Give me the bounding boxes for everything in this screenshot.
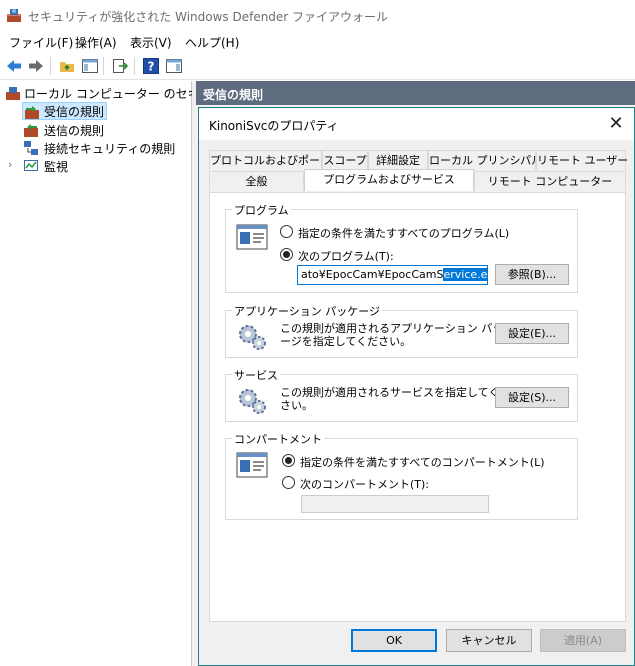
export-list-icon[interactable] xyxy=(111,57,129,75)
firewall-icon xyxy=(6,87,20,100)
back-arrow-icon[interactable] xyxy=(5,57,23,75)
tree-item-connection-security[interactable]: 接続セキュリティの規則 xyxy=(22,139,187,157)
tab-remote-users[interactable]: リモート ユーザー xyxy=(536,150,628,170)
ok-button[interactable]: OK xyxy=(351,629,437,652)
dialog-title: KinoniSvcのプロパティ xyxy=(209,119,339,133)
programs-group: プログラム 指定の条件を満たすすべてのプログラム(L) 次のプログラム(T): … xyxy=(225,202,578,293)
inbound-rules-icon xyxy=(25,106,39,119)
compartment-input[interactable] xyxy=(301,495,489,513)
svg-text:?: ? xyxy=(148,60,155,74)
title-bar: セキュリティが強化された Windows Defender ファイアウォール xyxy=(0,0,635,30)
services-description-line1: この規則が適用されるサービスを指定してくだ xyxy=(280,386,511,399)
forward-arrow-icon[interactable] xyxy=(27,57,45,75)
tree-item-monitoring[interactable]: › 監視 xyxy=(6,157,126,175)
services-description-line2: さい。 xyxy=(280,399,313,412)
cancel-button[interactable]: キャンセル xyxy=(446,629,532,652)
tree-item-inbound-rules[interactable]: 受信の規則 xyxy=(22,102,107,120)
toolbar-separator xyxy=(134,57,135,75)
connection-security-icon xyxy=(24,141,38,155)
app-package-settings-button[interactable]: 設定(E)... xyxy=(495,323,569,344)
apply-button[interactable]: 適用(A) xyxy=(540,629,626,652)
program-window-icon xyxy=(236,224,268,250)
this-program-label: 次のプログラム(T): xyxy=(298,250,394,263)
tab-protocols-ports[interactable]: プロトコルおよびポート xyxy=(209,150,331,170)
toolbar-separator xyxy=(103,57,104,75)
all-programs-radio[interactable] xyxy=(280,225,293,238)
app-package-group: アプリケーション パッケージ この規則が適用されるアプリケーション パッケ ージ… xyxy=(225,303,578,358)
pane-header-title: 受信の規則 xyxy=(203,88,264,102)
dialog-title-bar: KinoniSvcのプロパティ ✕ xyxy=(199,108,634,140)
monitoring-icon xyxy=(24,160,38,171)
program-path-text: ato¥EpocCam¥EpocCamS xyxy=(301,268,444,281)
this-program-radio[interactable] xyxy=(280,248,293,261)
tab-programs-services[interactable]: プログラムおよびサービス xyxy=(304,169,474,191)
toolbar-separator xyxy=(50,57,51,75)
tab-scope[interactable]: スコープ xyxy=(322,150,368,170)
tree-item-label: 接続セキュリティの規則 xyxy=(44,142,176,156)
gears-icon xyxy=(239,389,266,414)
app-package-description-line1: この規則が適用されるアプリケーション パッケ xyxy=(280,322,515,335)
gears-icon xyxy=(239,325,266,350)
group-title: コンパートメント xyxy=(232,431,324,447)
browse-button[interactable]: 参照(B)... xyxy=(495,264,569,285)
up-folder-icon[interactable] xyxy=(58,57,76,75)
services-group: サービス この規則が適用されるサービスを指定してくだ さい。 設定(S)... xyxy=(225,367,578,422)
compartment-group: コンパートメント 指定の条件を満たすすべてのコンパートメント(L) 次のコンパー… xyxy=(225,431,578,520)
firewall-app-icon xyxy=(7,9,21,22)
tab-panel: プログラム 指定の条件を満たすすべてのプログラム(L) 次のプログラム(T): … xyxy=(209,192,626,622)
this-compartment-radio[interactable] xyxy=(282,476,295,489)
this-compartment-label: 次のコンパートメント(T): xyxy=(300,478,430,491)
menu-view[interactable]: 表示(V) xyxy=(130,34,172,51)
menu-bar: ファイル(F) 操作(A) 表示(V) ヘルプ(H) xyxy=(0,30,635,52)
group-title: アプリケーション パッケージ xyxy=(232,303,383,319)
app-package-description-line2: ージを指定してください。 xyxy=(280,335,412,348)
tree-item-label: 受信の規則 xyxy=(44,105,105,119)
tree-root-item[interactable]: ローカル コンピューター のセキュリティ: xyxy=(0,84,251,102)
chevron-right-icon[interactable]: › xyxy=(8,158,12,171)
tab-general[interactable]: 全般 xyxy=(209,171,304,191)
close-icon[interactable]: ✕ xyxy=(604,112,628,136)
window-title: セキュリティが強化された Windows Defender ファイアウォール xyxy=(28,10,389,24)
pane-header: 受信の規則 xyxy=(196,81,635,105)
compartment-window-icon xyxy=(236,452,268,478)
properties-dialog: KinoniSvcのプロパティ ✕ プロトコルおよびポート スコープ 詳細設定 … xyxy=(198,107,635,666)
all-compartments-radio[interactable] xyxy=(282,454,295,467)
tree-item-label: 監視 xyxy=(44,160,69,174)
tree-item-outbound-rules[interactable]: 送信の規則 xyxy=(22,121,172,139)
program-path-input[interactable]: ato¥EpocCam¥EpocCamService.exe xyxy=(297,265,488,285)
show-hide-tree-icon[interactable] xyxy=(81,57,99,75)
tree-item-label: 送信の規則 xyxy=(44,124,105,138)
tab-remote-computers[interactable]: リモート コンピューター xyxy=(474,171,626,191)
services-settings-button[interactable]: 設定(S)... xyxy=(495,387,569,408)
group-title: プログラム xyxy=(232,202,291,218)
program-path-selected-text: ervice.exe xyxy=(443,268,487,281)
menu-file[interactable]: ファイル(F) xyxy=(9,34,73,51)
outbound-rules-icon xyxy=(24,124,38,137)
group-title: サービス xyxy=(232,367,280,383)
all-programs-label: 指定の条件を満たすすべてのプログラム(L) xyxy=(298,227,510,240)
help-icon[interactable]: ? xyxy=(142,57,160,75)
menu-help[interactable]: ヘルプ(H) xyxy=(185,34,239,51)
tab-advanced[interactable]: 詳細設定 xyxy=(368,150,428,170)
navigation-tree: ローカル コンピューター のセキュリティ: 受信の規則 送信の規則 接続セキュリ… xyxy=(0,81,251,666)
show-action-pane-icon[interactable] xyxy=(165,57,183,75)
toolbar: ? xyxy=(0,52,635,80)
all-compartments-label: 指定の条件を満たすすべてのコンパートメント(L) xyxy=(300,456,545,469)
tab-local-principals[interactable]: ローカル プリンシパル xyxy=(428,150,542,170)
menu-action[interactable]: 操作(A) xyxy=(75,34,117,51)
